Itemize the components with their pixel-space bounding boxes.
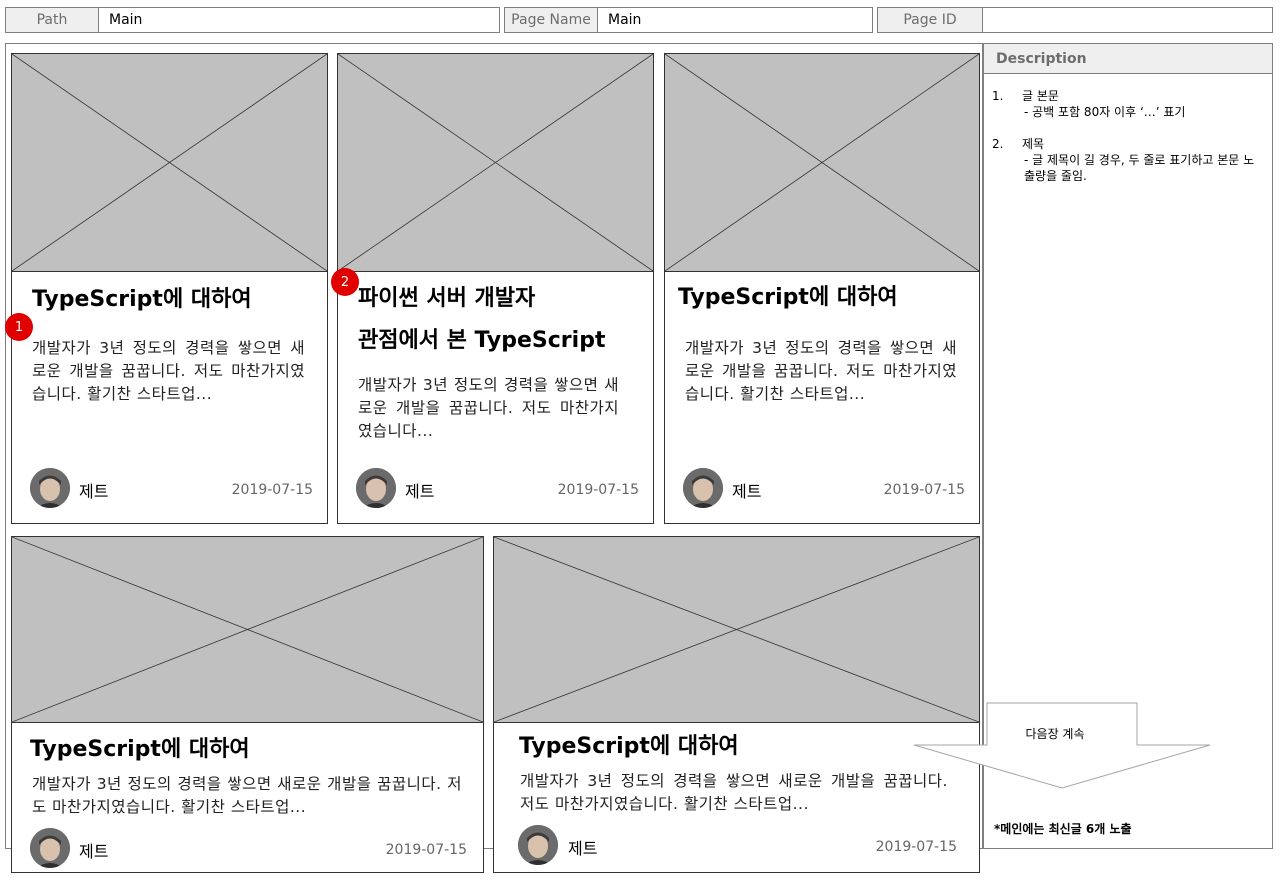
- image-placeholder-icon: [494, 537, 979, 723]
- image-placeholder-icon: [12, 537, 483, 723]
- post-card-1[interactable]: TypeScript에 대하여 개발자가 3년 정도의 경력을 쌓으면 새로운 …: [11, 53, 328, 524]
- post-card-3[interactable]: TypeScript에 대하여 개발자가 3년 정도의 경력을 쌓으면 새로운 …: [664, 53, 980, 524]
- post-excerpt: 개발자가 3년 정도의 경력을 쌓으면 새로운 개발을 꿈꿉니다. 저도 마찬가…: [358, 376, 619, 440]
- description-list: 1. 글 본문 - 공백 포함 80자 이후 ‘…’ 표기 2. 제목 - 글 …: [992, 88, 1264, 200]
- post-date: 2019-07-15: [231, 482, 313, 498]
- post-title-line-2: 관점에서 본 TypeScript: [358, 328, 606, 353]
- post-title-line-1: 파이썬 서버 개발자: [358, 286, 536, 311]
- page-name-value: Main: [598, 7, 873, 33]
- author-name: 제트: [732, 482, 762, 501]
- description-item-heading: 제목: [1022, 137, 1045, 151]
- avatar: [30, 468, 70, 508]
- description-item-heading: 글 본문: [1022, 89, 1059, 103]
- post-title: TypeScript에 대하여: [32, 287, 252, 312]
- avatar: [30, 828, 70, 868]
- description-item-detail: - 글 제목이 길 경우, 두 줄로 표기하고 본문 노출량을 줄임.: [1024, 153, 1255, 183]
- down-arrow-icon: [913, 702, 1211, 789]
- page-id-label: Page ID: [877, 7, 983, 33]
- image-placeholder-icon: [665, 54, 979, 272]
- latest-posts-note: *메인에는 최신글 6개 노출: [994, 822, 1132, 836]
- description-item: 1. 글 본문 - 공백 포함 80자 이후 ‘…’ 표기: [992, 88, 1264, 120]
- description-item: 2. 제목 - 글 제목이 길 경우, 두 줄로 표기하고 본문 노출량을 줄임…: [992, 136, 1264, 184]
- avatar: [518, 825, 558, 865]
- post-date: 2019-07-15: [385, 842, 467, 858]
- page-name-label: Page Name: [504, 7, 598, 33]
- post-excerpt: 개발자가 3년 정도의 경력을 쌓으면 새로운 개발을 꿈꿉니다. 저도 마찬가…: [520, 772, 948, 813]
- post-date: 2019-07-15: [883, 482, 965, 498]
- avatar: [683, 468, 723, 508]
- post-date: 2019-07-15: [875, 839, 957, 855]
- author-name: 제트: [79, 482, 109, 501]
- post-excerpt: 개발자가 3년 정도의 경력을 쌓으면 새로운 개발을 꿈꿉니다. 저도 마찬가…: [32, 339, 305, 403]
- path-label: Path: [5, 7, 99, 33]
- annotation-badge-2: 2: [331, 268, 359, 296]
- post-card-5[interactable]: TypeScript에 대하여 개발자가 3년 정도의 경력을 쌓으면 새로운 …: [493, 536, 980, 873]
- post-card-4[interactable]: TypeScript에 대하여 개발자가 3년 정도의 경력을 쌓으면 새로운 …: [11, 536, 484, 873]
- post-excerpt: 개발자가 3년 정도의 경력을 쌓으면 새로운 개발을 꿈꿉니다. 저도 마찬가…: [32, 775, 462, 816]
- page-id-value: [983, 7, 1273, 33]
- description-item-detail: - 공백 포함 80자 이후 ‘…’ 표기: [1024, 105, 1186, 119]
- post-excerpt: 개발자가 3년 정도의 경력을 쌓으면 새로운 개발을 꿈꿉니다. 저도 마찬가…: [685, 339, 957, 403]
- image-placeholder-icon: [338, 54, 653, 272]
- annotation-badge-1: 1: [5, 313, 33, 341]
- post-date: 2019-07-15: [557, 482, 639, 498]
- description-item-number: 2.: [992, 137, 1004, 151]
- post-title: TypeScript에 대하여: [30, 737, 250, 762]
- next-page-label: 다음장 계속: [1025, 727, 1085, 741]
- post-card-2[interactable]: 파이썬 서버 개발자 관점에서 본 TypeScript 개발자가 3년 정도의…: [337, 53, 654, 524]
- path-value: Main: [99, 7, 500, 33]
- post-title: TypeScript에 대하여: [678, 285, 898, 310]
- description-title: Description: [984, 44, 1272, 74]
- author-name: 제트: [79, 842, 109, 861]
- image-placeholder-icon: [12, 54, 327, 272]
- avatar: [356, 468, 396, 508]
- author-name: 제트: [568, 839, 598, 858]
- description-item-number: 1.: [992, 89, 1004, 103]
- post-title: TypeScript에 대하여: [519, 734, 739, 759]
- author-name: 제트: [405, 482, 435, 501]
